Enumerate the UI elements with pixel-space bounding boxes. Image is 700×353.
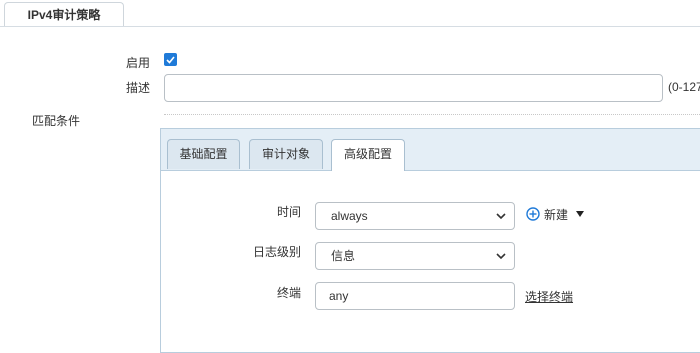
tab-advanced-config[interactable]: 高级配置	[331, 139, 405, 171]
divider	[164, 114, 700, 115]
tab-basic-config[interactable]: 基础配置	[167, 139, 240, 169]
select-terminal-link[interactable]: 选择终端	[525, 288, 573, 305]
top-tab-strip: IPv4审计策略	[0, 0, 700, 27]
time-label: 时间	[276, 205, 301, 219]
terminal-label: 终端	[276, 286, 301, 300]
new-label: 新建	[544, 207, 569, 222]
time-select[interactable]: always	[315, 202, 515, 230]
log-level-select-value: 信息	[331, 249, 356, 263]
checkmark-icon	[166, 55, 175, 64]
enable-checkbox[interactable]	[164, 53, 177, 66]
log-level-select[interactable]: 信息	[315, 242, 515, 270]
chevron-down-icon	[496, 253, 506, 260]
tab-audit-object[interactable]: 审计对象	[249, 139, 323, 169]
chevron-down-icon	[496, 213, 506, 220]
log-level-label: 日志级别	[252, 245, 301, 259]
plus-circle-icon	[526, 207, 540, 221]
caret-down-icon[interactable]	[576, 211, 585, 217]
description-label: 描述	[126, 81, 151, 95]
tab-ipv4-audit-policy[interactable]: IPv4审计策略	[4, 2, 124, 26]
time-select-value: always	[331, 209, 368, 223]
description-length-hint: (0-127	[668, 80, 700, 94]
panel-tab-bar: 基础配置 审计对象 高级配置	[161, 129, 700, 171]
enable-label: 启用	[126, 56, 151, 70]
terminal-input[interactable]: any	[315, 282, 515, 310]
description-input[interactable]	[164, 74, 663, 102]
match-conditions-panel: 基础配置 审计对象 高级配置	[160, 128, 700, 353]
match-conditions-label: 匹配条件	[32, 114, 81, 128]
new-time-button[interactable]: 新建	[526, 206, 585, 222]
